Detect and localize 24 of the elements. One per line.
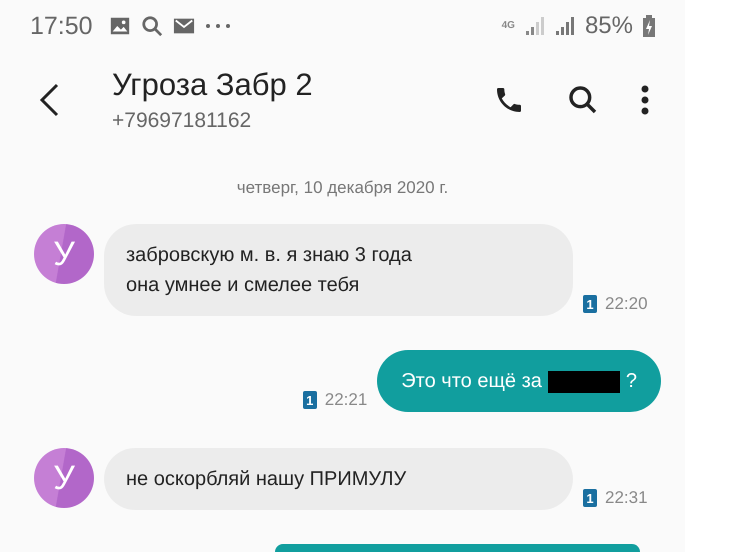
network-type: 4G xyxy=(502,21,515,32)
message-time: 22:21 xyxy=(324,390,368,410)
search-icon xyxy=(140,15,163,38)
sim-badge: 1 xyxy=(583,489,597,508)
battery-level: 85% xyxy=(584,12,633,40)
message-bubble: забровскую м. в. я знаю 3 года она умнее и смелее тебя xyxy=(104,224,573,316)
phone-number: +79697181162 xyxy=(112,109,252,134)
contact-avatar: У xyxy=(34,448,94,508)
sim-badge: 1 xyxy=(583,295,597,314)
contact-avatar: У xyxy=(34,224,94,284)
message-time: 22:20 xyxy=(605,294,648,314)
message-bubble: Это что ещё за ? xyxy=(377,350,661,412)
message-bubble: не оскорбляй нашу ПРИМУЛУ xyxy=(104,448,573,510)
date-divider: четверг, 10 декабря 2020 г. xyxy=(236,178,450,198)
image-icon xyxy=(108,15,131,38)
status-time: 17:50 xyxy=(30,12,93,41)
signal-icon xyxy=(554,16,575,36)
more-notifications-icon xyxy=(204,23,231,30)
contact-name: Угроза Забр 2 xyxy=(112,67,314,104)
message-time: 22:31 xyxy=(605,488,648,508)
back-button[interactable] xyxy=(38,83,60,118)
sim-badge: 1 xyxy=(302,391,317,410)
battery-charging-icon xyxy=(643,15,655,38)
signal-icon xyxy=(524,16,545,36)
